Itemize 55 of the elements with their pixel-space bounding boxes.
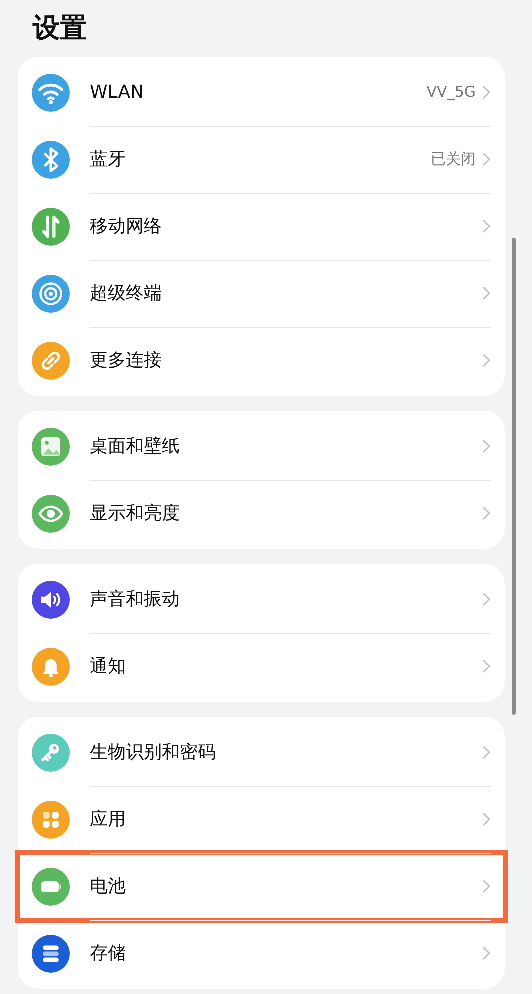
settings-item[interactable]: 电池 (18, 853, 505, 920)
battery-icon (32, 868, 70, 906)
transfer-arrows-icon (32, 208, 70, 246)
item-value: VV_5G (426, 82, 476, 104)
target-rings-icon (32, 274, 70, 312)
bluetooth-icon (32, 140, 70, 178)
chevron-icon (482, 592, 491, 607)
item-label: WLAN (90, 81, 146, 105)
chevron-icon (482, 85, 491, 100)
item-label: 超级终端 (90, 282, 163, 306)
app-grid-icon (32, 800, 70, 838)
settings-item[interactable]: 移动网络 (18, 193, 505, 260)
bell-icon (32, 648, 70, 686)
settings-item[interactable]: 蓝牙 已关闭 (18, 126, 505, 193)
item-label: 电池 (90, 875, 127, 899)
storage-stack-icon (32, 934, 70, 972)
chevron-icon (482, 946, 491, 961)
link-icon (32, 342, 70, 380)
chevron-icon (482, 219, 491, 234)
item-label: 声音和振动 (90, 588, 181, 612)
settings-item[interactable]: 生物识别和密码 (18, 719, 505, 786)
settings-item[interactable]: 应用 (18, 786, 505, 853)
item-label: 更多连接 (90, 349, 163, 373)
chevron-icon (482, 152, 491, 167)
item-label: 应用 (90, 808, 127, 832)
settings-item[interactable]: 超级终端 (18, 260, 505, 327)
settings-item[interactable]: 显示和亮度 (18, 480, 505, 547)
chevron-icon (482, 812, 491, 827)
chevron-icon (482, 353, 491, 368)
settings-item[interactable]: 通知 (18, 633, 505, 700)
settings-item[interactable]: WLAN VV_5G (18, 59, 505, 126)
chevron-icon (482, 439, 491, 454)
item-label: 通知 (90, 655, 127, 679)
chevron-icon (482, 879, 491, 894)
item-label: 蓝牙 (90, 148, 127, 172)
item-value: 已关闭 (431, 149, 476, 170)
item-label: 桌面和壁纸 (90, 435, 181, 459)
settings-item[interactable]: 存储 (18, 920, 505, 987)
settings-item[interactable]: 声音和振动 (18, 566, 505, 633)
chevron-icon (482, 745, 491, 760)
page-title: 设置 (32, 12, 87, 46)
eye-icon (32, 494, 70, 532)
wifi-icon (32, 74, 70, 112)
speaker-icon (32, 580, 70, 618)
image-icon (32, 428, 70, 466)
item-label: 生物识别和密码 (90, 741, 217, 765)
chevron-icon (482, 659, 491, 674)
settings-item[interactable]: 桌面和壁纸 (18, 413, 505, 480)
chevron-icon (482, 286, 491, 301)
item-label: 显示和亮度 (90, 502, 181, 526)
key-icon (32, 734, 70, 772)
item-label: 存储 (90, 942, 127, 966)
settings-item[interactable]: 更多连接 (18, 327, 505, 394)
chevron-icon (482, 506, 491, 521)
item-label: 移动网络 (90, 215, 163, 239)
